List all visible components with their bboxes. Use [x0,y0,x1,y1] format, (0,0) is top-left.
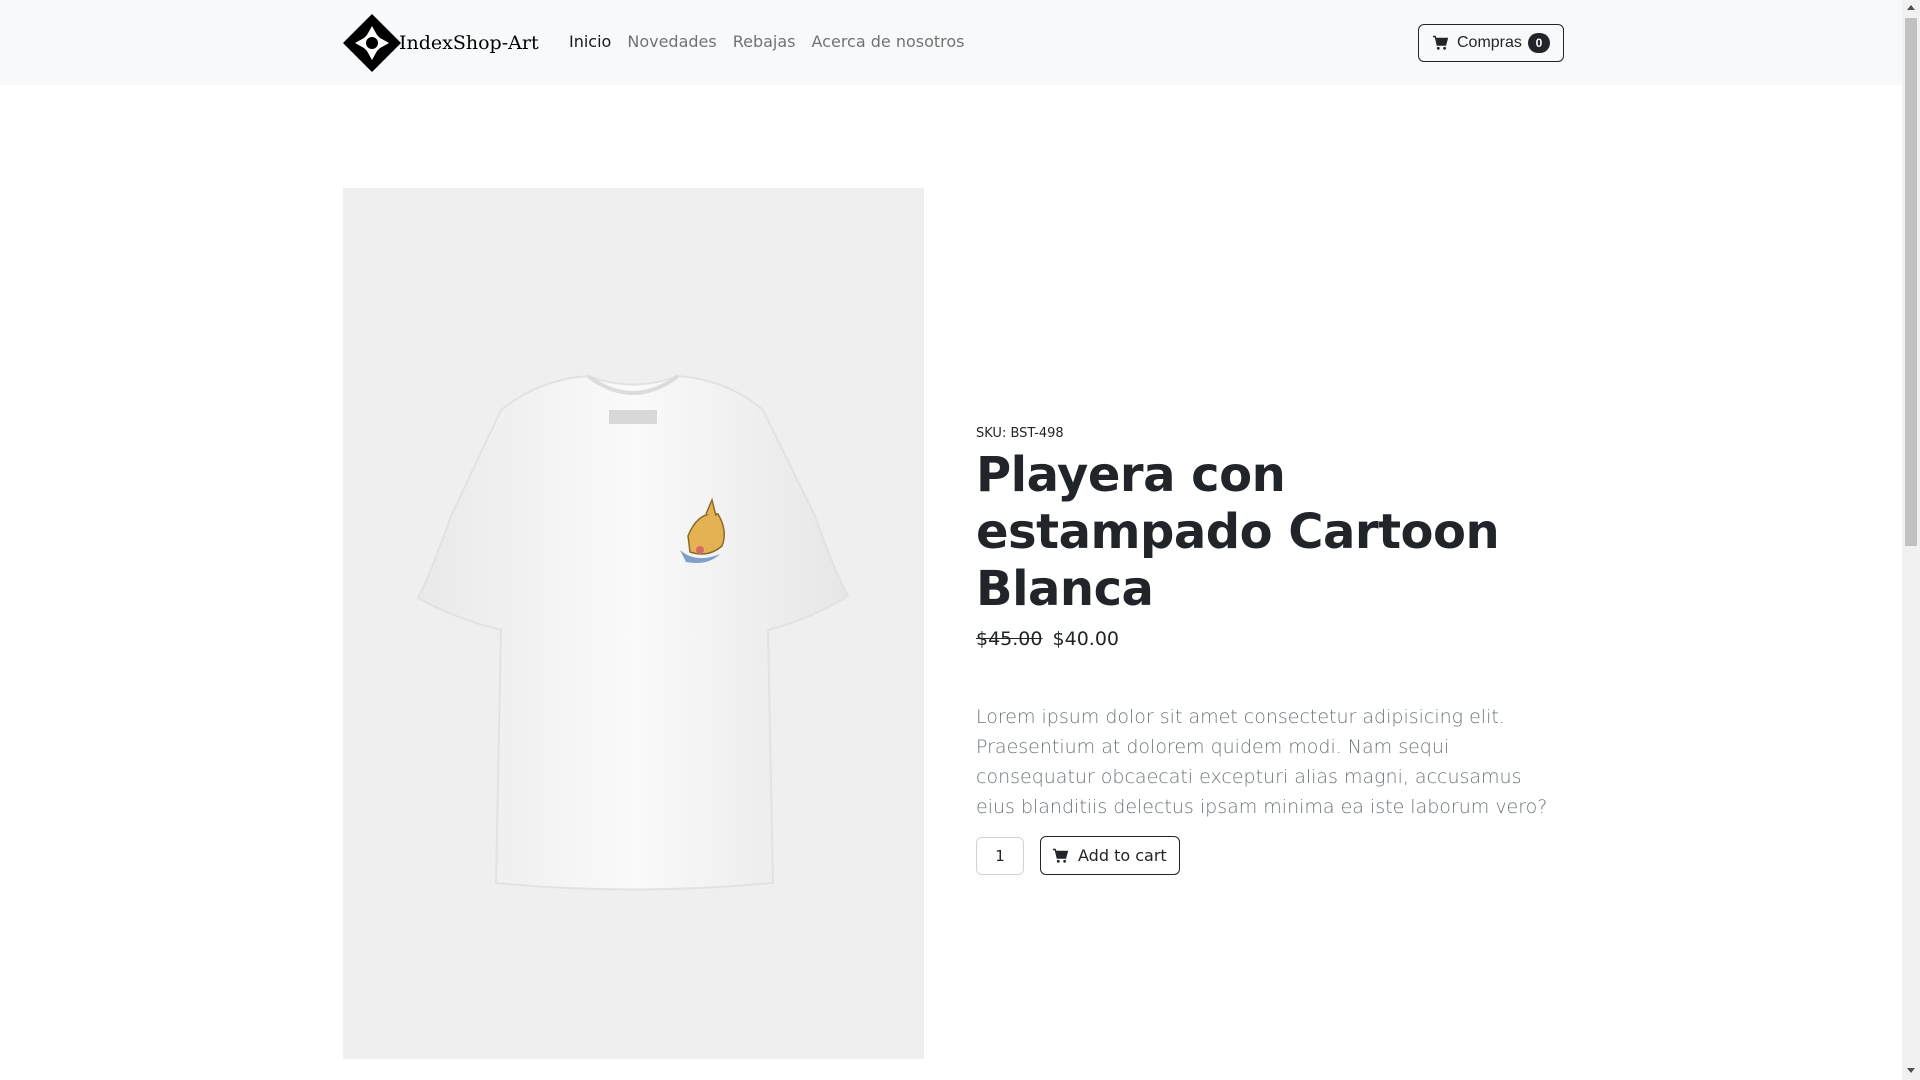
product-sku: SKU: BST-498 [976,426,1064,441]
product-title: Playera con estampado Cartoon Blanca [976,447,1500,617]
nav-links: Inicio Novedades Rebajas Acerca de nosot… [569,32,965,51]
brand-name: IndexShop-Art [399,32,539,54]
cart-label: Compras [1457,34,1522,51]
nav-link-rebajas[interactable]: Rebajas [733,32,796,51]
nav-link-acerca[interactable]: Acerca de nosotros [812,32,965,51]
old-price: $45.00 [976,628,1043,650]
scroll-down-arrow-icon[interactable] [1907,1068,1915,1073]
product-description: Lorem ipsum dolor sit amet consectetur a… [976,706,1548,818]
brand[interactable]: IndexShop-Art [341,12,539,74]
add-to-cart-button[interactable]: Add to cart [1040,836,1180,875]
purchase-actions: Add to cart [976,836,1566,875]
cart-icon [1053,848,1069,863]
add-to-cart-label: Add to cart [1078,846,1167,865]
scroll-up-arrow-icon[interactable] [1907,5,1915,10]
nav-link-novedades[interactable]: Novedades [627,32,716,51]
quantity-input[interactable] [976,836,1024,875]
vertical-scrollbar[interactable] [1902,0,1920,1080]
cart-button[interactable]: Compras 0 [1418,24,1564,62]
product-price: $45.00 $40.00 [976,628,1566,650]
scrollbar-thumb[interactable] [1905,18,1917,546]
tshirt-illustration [416,374,850,891]
diamond-logo-icon [343,14,401,72]
product-image [343,188,924,1059]
cart-count-badge: 0 [1527,33,1550,53]
nav-link-inicio[interactable]: Inicio [569,32,611,51]
current-price: $40.00 [1052,628,1120,650]
cart-icon [1433,35,1449,50]
product-details: SKU: BST-498 Playera con estampado Carto… [976,426,1566,875]
top-navbar: IndexShop-Art Inicio Novedades Rebajas A… [0,0,1902,85]
